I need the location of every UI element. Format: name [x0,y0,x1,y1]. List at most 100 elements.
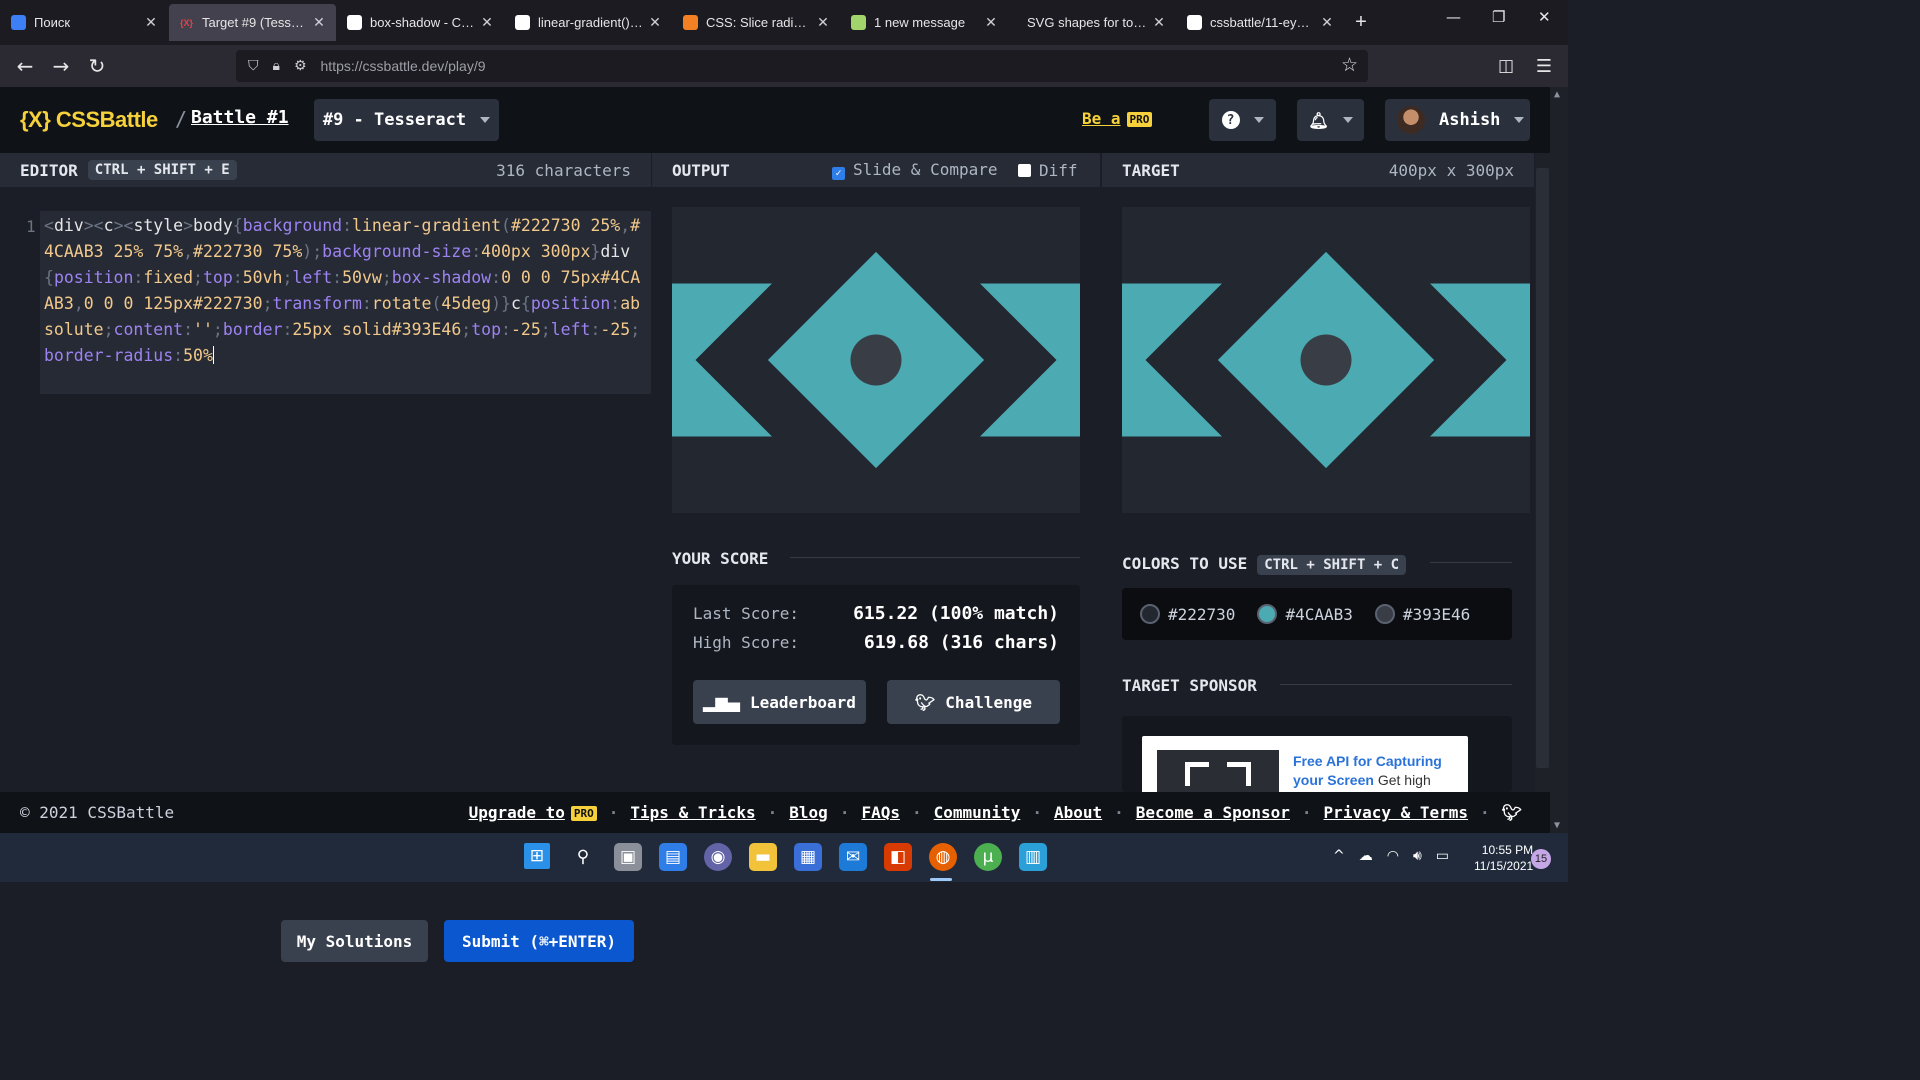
code-token: : [491,268,502,287]
browser-tab[interactable]: cssbattle/11-eye-of-sauron ✕ [1177,4,1344,41]
bookmark-star-icon[interactable]: ☆ [1341,54,1358,76]
windows-start-icon[interactable]: ⊞ [524,843,550,869]
forward-icon[interactable]: → [43,54,79,78]
close-tab-icon[interactable]: ✕ [648,14,662,31]
sponsor-card[interactable]: Free API for Capturing your Screen Get h… [1122,716,1512,792]
color-chip[interactable]: #4CAAB3 [1257,604,1353,624]
volume-icon[interactable]: 🔊︎ [1413,848,1422,864]
twitter-icon[interactable]: 🐦︎ [1502,803,1522,822]
browser-tab[interactable]: linear-gradient() - CSS ✕ [505,4,672,41]
code-text[interactable]: <div><c><style>body{background:linear-gr… [44,213,644,369]
code-token: #222730 25% [510,216,621,235]
github-favicon-icon [1187,15,1202,30]
file-explorer-icon[interactable]: ▬ [749,843,777,871]
target-select[interactable]: #9 - Tesseract [314,99,499,141]
firefox-icon[interactable]: ◍ [929,843,957,871]
close-tab-icon[interactable]: ✕ [312,14,326,31]
upgrade-link[interactable]: Upgrade to PRO [469,803,597,822]
code-token: ; [282,268,293,287]
panel-scrollbar-thumb[interactable] [1536,168,1549,768]
code-editor[interactable]: 1 <div><c><style>body{background:linear-… [0,187,651,962]
sponsor-text: Free API for Capturing your Screen Get h… [1293,752,1468,790]
close-tab-icon[interactable]: ✕ [480,14,494,31]
browser-tab[interactable]: Поиск ✕ [1,4,168,41]
slide-compare-toggle[interactable]: ✓ Slide & Compare [832,160,998,180]
browser-tab[interactable]: SVG shapes for top scores ✕ [1009,4,1176,41]
close-tab-icon[interactable]: ✕ [1152,14,1166,31]
high-score-label: High Score: [693,633,799,652]
office-icon[interactable]: ◧ [884,843,912,871]
output-canvas[interactable] [672,207,1080,513]
browser-tab[interactable]: {X} Target #9 (Tesseract) ✕ [169,4,336,41]
close-tab-icon[interactable]: ✕ [144,14,158,31]
high-score-value: 619.68 (316 chars) [863,632,1059,653]
footer-link[interactable]: About [1054,803,1102,822]
clock[interactable]: 10:55 PM 11/15/2021 [1474,842,1533,874]
address-bar[interactable]: ⛉ 🔒︎ ⚙ https://cssbattle.dev/play/9 ☆ [236,50,1368,82]
minimize-icon[interactable]: — [1446,8,1461,26]
sponsor-ad[interactable]: Free API for Capturing your Screen Get h… [1142,736,1468,792]
menu-icon[interactable]: ☰ [1526,56,1562,77]
close-tab-icon[interactable]: ✕ [1320,14,1334,31]
notification-badge[interactable]: 15 [1531,849,1551,869]
diff-toggle[interactable]: Diff [1018,161,1078,180]
code-token: : [183,320,194,339]
code-token: { [520,294,531,313]
footer-link[interactable]: Tips & Tricks [630,803,755,822]
new-tab-button[interactable]: + [1344,11,1378,34]
restore-icon[interactable]: ❐ [1492,8,1505,26]
browser-tab[interactable]: CSS: Slice radial-gradient ✕ [673,4,840,41]
utorrent-icon[interactable]: µ [974,843,1002,871]
battery-icon[interactable]: ▭ [1436,848,1449,864]
help-button[interactable]: ? [1209,99,1276,141]
browser-tab[interactable]: 1 new message ✕ [841,4,1008,41]
mail-icon[interactable]: ✉ [839,843,867,871]
close-tab-icon[interactable]: ✕ [984,14,998,31]
checkbox-checked-icon[interactable]: ✓ [832,167,845,180]
code-token: -25 [510,320,541,339]
footer-link[interactable]: FAQs [861,803,900,822]
notepad-icon[interactable]: ▥ [1019,843,1047,871]
back-icon[interactable]: ← [7,54,43,78]
task-view-icon[interactable]: ▣ [614,843,642,871]
scroll-up-icon[interactable]: ▲ [1554,89,1560,100]
submit-button[interactable]: Submit (⌘+ENTER) [444,920,634,962]
scroll-down-icon[interactable]: ▼ [1554,820,1560,831]
colors-shortcut: CTRL + SHIFT + C [1257,555,1407,575]
permissions-icon[interactable]: ⚙ [294,58,307,74]
chat-icon[interactable]: ◉ [704,843,732,871]
pocket-icon[interactable]: ◫ [1488,56,1524,76]
checkbox-unchecked-icon[interactable] [1018,163,1031,177]
footer-link[interactable]: Community [934,803,1021,822]
battle-link[interactable]: Battle #1 [191,107,289,128]
footer-link[interactable]: Privacy & Terms [1324,803,1469,822]
pro-badge: PRO [1126,112,1153,127]
page-scrollbar[interactable]: ▲ ▼ [1550,87,1568,833]
my-solutions-button[interactable]: My Solutions [281,920,428,962]
browser-tab[interactable]: box-shadow - CSS: Cascading ✕ [337,4,504,41]
close-tab-icon[interactable]: ✕ [816,14,830,31]
user-name: Ashish [1439,110,1501,130]
challenge-button[interactable]: 🐦︎ Challenge [887,680,1060,724]
leaderboard-button[interactable]: ▂▆▄ Leaderboard [693,680,866,724]
footer-link[interactable]: Become a Sponsor [1136,803,1290,822]
code-token: : [610,294,621,313]
chevron-up-icon[interactable]: ^ [1333,848,1345,864]
footer-link[interactable]: Blog [789,803,828,822]
cloud-icon[interactable]: ☁ [1359,848,1373,864]
lock-icon[interactable]: 🔒︎ [273,58,280,74]
color-chip[interactable]: #222730 [1140,604,1235,624]
store-icon[interactable]: ▦ [794,843,822,871]
user-menu-button[interactable]: Ashish [1385,99,1530,141]
cssbattle-logo[interactable]: {X} CSSBattle [20,107,158,133]
be-pro-link[interactable]: Be a PRO [1082,109,1153,128]
widgets-icon[interactable]: ▤ [659,843,687,871]
wifi-icon[interactable]: ◠ [1387,848,1399,864]
color-chip[interactable]: #393E46 [1374,604,1470,624]
close-window-icon[interactable]: ✕ [1538,8,1551,26]
code-token: left [550,320,591,339]
notifications-button[interactable]: 🔔︎ [1297,99,1364,141]
search-icon[interactable]: ⚲ [569,843,597,871]
reload-icon[interactable]: ↻ [79,54,115,78]
shield-icon[interactable]: ⛉ [248,58,259,74]
